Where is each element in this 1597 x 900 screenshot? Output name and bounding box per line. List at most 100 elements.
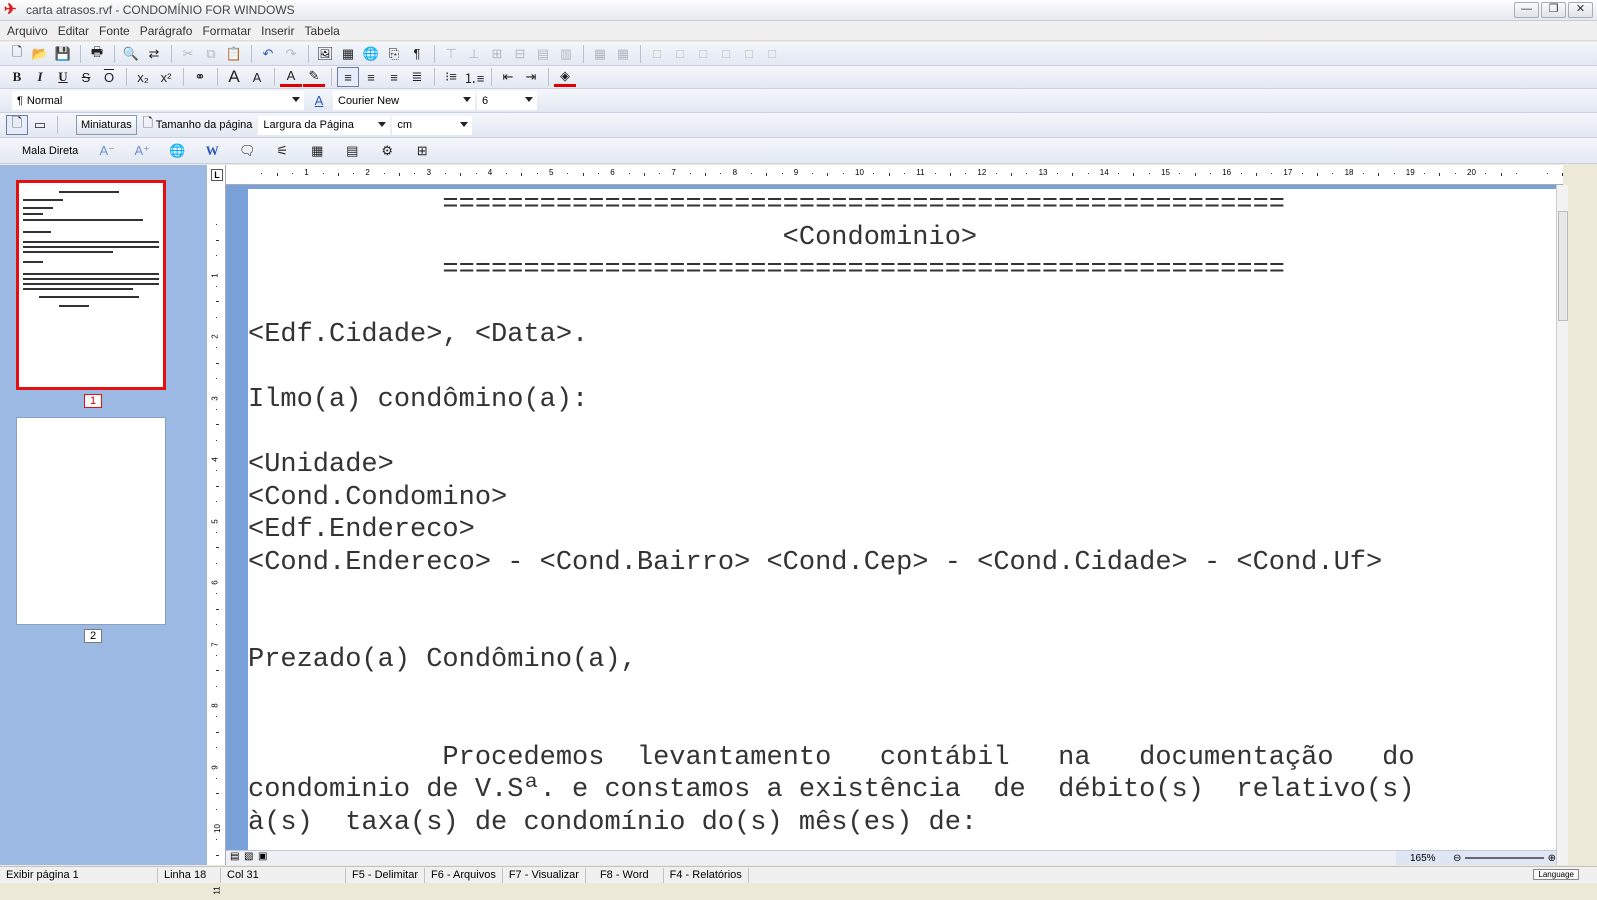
font-select[interactable]: Courier New xyxy=(333,91,475,110)
justify-icon[interactable]: ≣ xyxy=(406,67,428,87)
italic-icon[interactable]: I xyxy=(29,67,51,87)
doc-line[interactable]: <Edf.Cidade>, <Data>. xyxy=(248,319,1415,352)
redo-icon[interactable]: ↷ xyxy=(280,44,302,64)
find-icon[interactable]: 🔍 xyxy=(120,44,142,64)
doc-line[interactable] xyxy=(248,579,1415,612)
align-right-icon[interactable]: ≡ xyxy=(383,67,405,87)
document-page[interactable]: ========================================… xyxy=(248,189,1556,850)
comment-icon[interactable]: 🗨 xyxy=(236,141,258,161)
doc-line[interactable]: <Unidade> xyxy=(248,449,1415,482)
doc-line[interactable]: Ilmo(a) condômino(a): xyxy=(248,384,1415,417)
menu-paragrafo[interactable]: Parágrafo xyxy=(135,21,198,41)
font-shrink-icon[interactable]: A xyxy=(246,67,268,87)
word-icon[interactable]: W xyxy=(201,141,223,161)
underline-icon[interactable]: U xyxy=(52,67,74,87)
doc-line[interactable] xyxy=(248,709,1415,742)
open-folder-icon[interactable]: 📂 xyxy=(29,44,51,64)
style-select[interactable]: ¶ Normal xyxy=(12,91,304,110)
table-cells2-icon[interactable]: ▦ xyxy=(612,44,634,64)
cut-icon[interactable]: ✂ xyxy=(177,44,199,64)
vertical-scrollbar[interactable] xyxy=(1556,185,1568,865)
restore-button[interactable]: ❐ xyxy=(1541,2,1566,18)
f4-relatorios[interactable]: F4 - Relatórios xyxy=(664,867,749,883)
minimize-button[interactable]: — xyxy=(1514,2,1539,18)
split-icon[interactable]: ⚟ xyxy=(271,141,293,161)
pilcrow-icon[interactable]: ¶ xyxy=(406,44,428,64)
bullets-icon[interactable]: ⁝≡ xyxy=(440,67,462,87)
table-props-icon[interactable]: ▤ xyxy=(532,44,554,64)
page-number-1[interactable]: 1 xyxy=(84,394,102,408)
align-left-icon[interactable]: ≡ xyxy=(337,67,359,87)
image-icon[interactable]: 🖼 xyxy=(314,44,336,64)
page-thumbnail-2[interactable] xyxy=(16,417,166,625)
align-center-icon[interactable]: ≡ xyxy=(360,67,382,87)
zoom-control[interactable]: 165% ⊖ ⊕ xyxy=(1396,851,1556,865)
tree-icon[interactable]: ⚙ xyxy=(376,141,398,161)
web-view-icon[interactable]: ▧ xyxy=(244,851,253,862)
font-size-select[interactable]: 6 xyxy=(477,91,537,110)
undo-icon[interactable]: ↶ xyxy=(257,44,279,64)
doc-line[interactable]: ========================================… xyxy=(248,189,1415,222)
language-button[interactable]: Language xyxy=(1533,869,1579,880)
scroll-thumb[interactable] xyxy=(1558,211,1568,321)
replace-icon[interactable]: ⇄ xyxy=(143,44,165,64)
font-color-icon[interactable]: A xyxy=(280,67,302,87)
horizontal-ruler[interactable]: 1 2 3 4 5 6 7 8 9 10 11 12 13 14 15 16 17 18 19 20 xyxy=(226,165,1563,185)
miniaturas-button[interactable]: Miniaturas xyxy=(76,115,137,135)
doc-line[interactable]: condominio de V.Sª. e constamos a existê… xyxy=(248,774,1415,807)
f8-word[interactable]: F8 - Word xyxy=(586,867,664,883)
highlight-icon[interactable]: ✎ xyxy=(303,67,325,87)
border5-icon[interactable]: □ xyxy=(738,44,760,64)
copy-icon[interactable]: ⧉ xyxy=(200,44,222,64)
landscape-icon[interactable]: ▭ xyxy=(29,115,51,135)
f5-delimitar[interactable]: F5 - Delimitar xyxy=(346,867,426,883)
doc-line[interactable]: <Cond.Endereco> - <Cond.Bairro> <Cond.Ce… xyxy=(248,547,1415,580)
doc-line[interactable]: à(s) taxa(s) de condomínio do(s) mês(es)… xyxy=(248,807,1415,840)
grid-icon[interactable]: ▦ xyxy=(306,141,328,161)
field-plus-icon[interactable]: A⁺ xyxy=(131,141,153,161)
close-button[interactable]: ✕ xyxy=(1568,2,1593,18)
menu-arquivo[interactable]: Arquivo xyxy=(2,21,53,41)
frame-icon[interactable]: ⎘ xyxy=(383,44,405,64)
paste-icon[interactable]: 📋 xyxy=(223,44,245,64)
doc-line[interactable] xyxy=(248,677,1415,710)
doc-line[interactable] xyxy=(248,352,1415,385)
table-cells-icon[interactable]: ▦ xyxy=(589,44,611,64)
doc-line[interactable]: <Condominio> xyxy=(248,222,1415,255)
page-thumbnail-1[interactable] xyxy=(16,180,166,390)
document-text[interactable]: ========================================… xyxy=(248,189,1415,839)
normal-view-icon[interactable]: ▤ xyxy=(230,851,239,862)
doc-line[interactable]: ========================================… xyxy=(248,254,1415,287)
globe-icon[interactable]: 🌐 xyxy=(360,44,382,64)
font-grow-icon[interactable]: A xyxy=(223,67,245,87)
mala-direta-label[interactable]: Mala Direta xyxy=(22,145,78,157)
zoom-mode-select[interactable]: Largura da Página xyxy=(258,115,391,135)
table-delete-row-icon[interactable]: ⊥ xyxy=(463,44,485,64)
outdent-icon[interactable]: ⇤ xyxy=(497,67,519,87)
page-size-button[interactable]: Tamanho da página xyxy=(156,119,253,131)
zoom-slider[interactable] xyxy=(1465,857,1544,859)
border4-icon[interactable]: □ xyxy=(715,44,737,64)
table-icon[interactable]: ▦ xyxy=(337,44,359,64)
menu-tabela[interactable]: Tabela xyxy=(299,21,344,41)
doc-line[interactable] xyxy=(248,612,1415,645)
menu-formatar[interactable]: Formatar xyxy=(197,21,256,41)
indent-icon[interactable]: ⇥ xyxy=(520,67,542,87)
tab-stop-selector[interactable]: L xyxy=(211,169,223,181)
doc-line[interactable]: Prezado(a) Condômino(a), xyxy=(248,644,1415,677)
globe-icon[interactable]: 🌐 xyxy=(166,141,188,161)
doc-line[interactable] xyxy=(248,287,1415,320)
menu-fonte[interactable]: Fonte xyxy=(94,21,135,41)
overline-icon[interactable]: O xyxy=(98,67,120,87)
zoom-in-icon[interactable]: ⊕ xyxy=(1548,853,1556,864)
page-layout-icon[interactable]: 🗋 xyxy=(6,115,28,135)
save-icon[interactable]: 💾 xyxy=(52,44,74,64)
doc-line[interactable]: <Edf.Endereco> xyxy=(248,514,1415,547)
fill-color-icon[interactable]: ◈ xyxy=(554,67,576,87)
border3-icon[interactable]: □ xyxy=(692,44,714,64)
menu-editar[interactable]: Editar xyxy=(53,21,94,41)
table-merge-icon[interactable]: ⊞ xyxy=(486,44,508,64)
doc-line[interactable] xyxy=(248,417,1415,450)
link-icon[interactable]: ⚭ xyxy=(189,67,211,87)
superscript-icon[interactable]: x² xyxy=(155,67,177,87)
